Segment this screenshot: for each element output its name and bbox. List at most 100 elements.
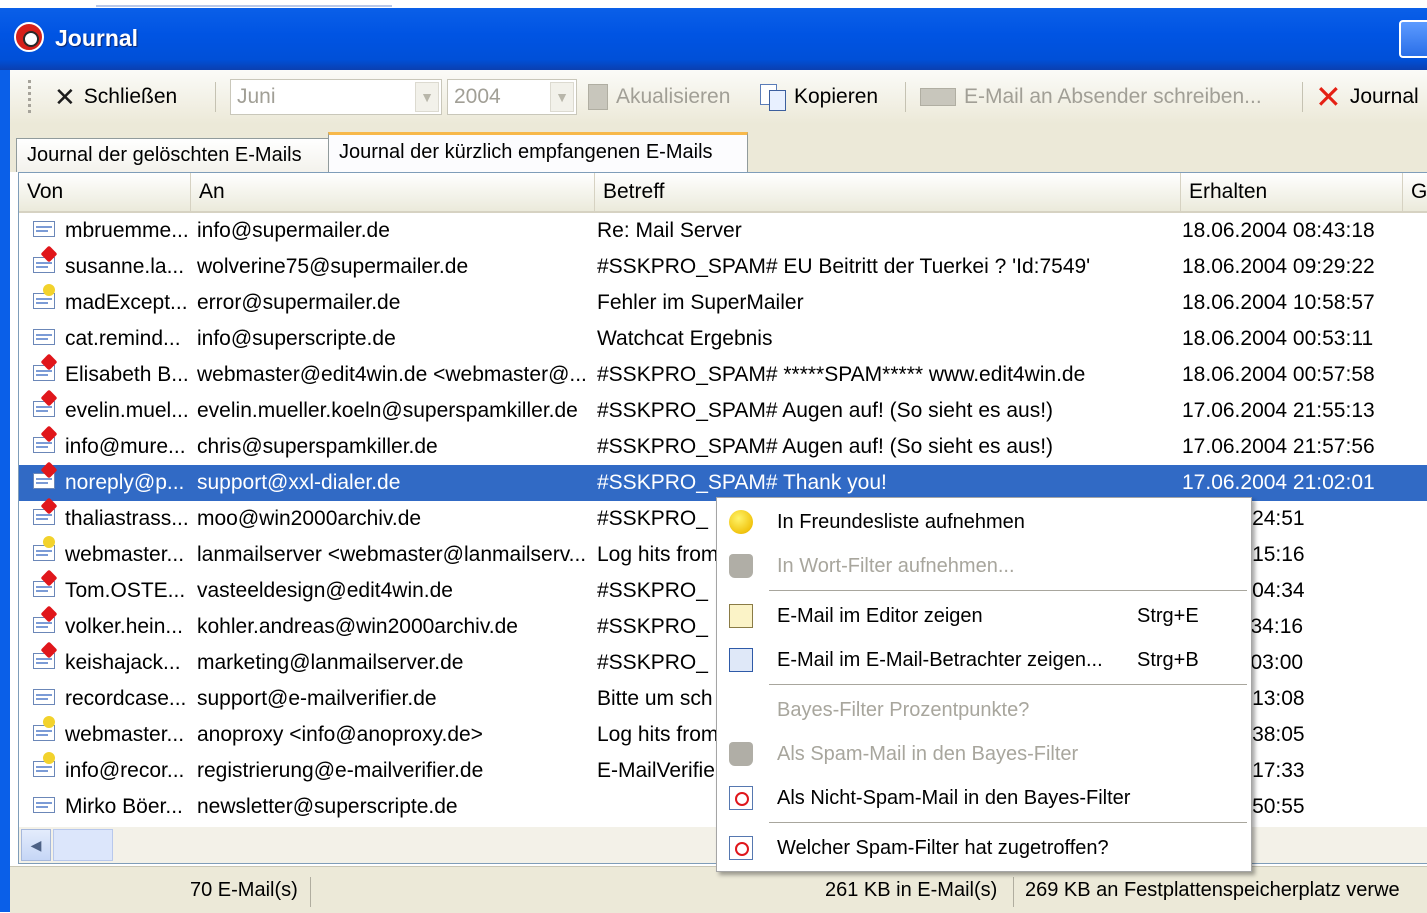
smiley-icon	[729, 510, 753, 534]
table-row[interactable]: mbruemme... info@supermailer.de Re: Mail S…	[19, 213, 1427, 249]
cell-to: newsletter@superscripte.de	[197, 795, 458, 818]
write-to-sender-button[interactable]: E-Mail an Absender schreiben...	[920, 80, 1262, 114]
toolbar-separator	[905, 82, 906, 112]
spam-flag-icon	[40, 425, 58, 443]
maximize-button[interactable]	[1399, 20, 1427, 58]
cell-received: 17.06.2004 21:02:01	[1182, 471, 1375, 494]
close-button[interactable]: ✕ Schließen	[54, 80, 177, 114]
cell-subject: #SSKPRO_SPAM# Augen auf! (So sieht es au…	[597, 399, 1054, 422]
friend-flag-icon	[40, 533, 58, 551]
menu-item[interactable]: Als Nicht-Spam-Mail in den Bayes-Filter	[719, 778, 1249, 818]
table-row[interactable]: Elisabeth B... webmaster@edit4win.de <web…	[19, 353, 1427, 393]
scrollbar-thumb[interactable]	[53, 829, 113, 861]
spam-flag-icon	[40, 461, 58, 479]
copy-button[interactable]: Kopieren	[760, 80, 878, 114]
cell-subject: #SSKPRO_SPAM# Thank you!	[597, 471, 887, 494]
cell-from: Mirko Böer...	[65, 795, 183, 818]
column-header-size[interactable]: Gr	[1403, 173, 1427, 211]
menu-item-label: Welcher Spam-Filter hat zugetroffen?	[777, 837, 1109, 859]
cell-from: Elisabeth B...	[65, 363, 189, 386]
cell-subject: Re: Mail Server	[597, 219, 742, 242]
desktop-taskbar-fragment	[96, 5, 392, 7]
spam-flag-icon	[40, 353, 58, 371]
spam-flag-icon	[40, 389, 58, 407]
close-x-icon: ✕	[54, 81, 76, 112]
spam-flag-icon	[40, 569, 58, 587]
cell-subject: #SSKPRO_SPAM# Augen auf! (So sieht es au…	[597, 435, 1054, 458]
cell-from: recordcase...	[65, 687, 187, 710]
menu-item[interactable]: E-Mail im E-Mail-Betrachter zeigen... Str…	[719, 640, 1249, 680]
cell-from: webmaster...	[65, 723, 185, 746]
spam-flag-icon	[40, 605, 58, 623]
cell-received: 18.06.2004 00:57:58	[1182, 363, 1375, 386]
toolbar-separator	[1302, 82, 1303, 112]
table-row[interactable]: evelin.muel... evelin.mueller.koeln@super…	[19, 389, 1427, 429]
friend-flag-icon	[40, 713, 58, 731]
status-disk-usage: 269 KB an Festplattenspeicherplatz verwe	[1025, 879, 1400, 901]
spam-mail-icon	[33, 353, 58, 381]
status-separator	[1013, 877, 1014, 907]
cell-to: error@supermailer.de	[197, 291, 401, 314]
spam-mail-icon	[33, 461, 58, 489]
status-separator	[310, 877, 311, 907]
status-bar: 70 E-Mail(s) 261 KB in E-Mail(s) 269 KB …	[10, 866, 1427, 913]
column-header-from[interactable]: Von	[19, 173, 191, 211]
mail-icon	[33, 797, 55, 813]
cell-subject: Watchcat Ergebnis	[597, 327, 773, 350]
menu-separator	[769, 684, 1247, 685]
spam-mail-icon	[33, 641, 58, 669]
cell-to: wolverine75@supermailer.de	[197, 255, 469, 278]
table-row[interactable]: info@mure... chris@superspamkiller.de #SSK…	[19, 425, 1427, 465]
friend-mail-icon	[33, 533, 58, 561]
table-row[interactable]: madExcept... error@supermailer.de Fehler i…	[19, 281, 1427, 321]
table-row[interactable]: noreply@p... support@xxl-dialer.de #SSKPRO…	[19, 461, 1427, 501]
year-select[interactable]: 2004 ▼	[447, 79, 577, 115]
scroll-left-icon[interactable]: ◀	[21, 829, 51, 861]
chevron-down-icon[interactable]: ▼	[550, 82, 574, 112]
cell-received: 17.06.2004 21:55:13	[1182, 399, 1375, 422]
menu-item-label: E-Mail im Editor zeigen	[777, 605, 983, 627]
cell-from: cat.remind...	[65, 327, 181, 350]
cell-received: 18.06.2004 10:58:57	[1182, 291, 1375, 314]
friend-mail-icon	[33, 281, 58, 309]
menu-item-label: Als Spam-Mail in den Bayes-Filter	[777, 743, 1079, 765]
journal-button-label: Journal	[1349, 85, 1419, 108]
column-header-received[interactable]: Erhalten	[1181, 173, 1403, 211]
journal-delete-button[interactable]: ✕ Journal	[1315, 80, 1419, 114]
cell-to: moo@win2000archiv.de	[197, 507, 422, 530]
friend-mail-icon	[33, 749, 58, 777]
menu-item[interactable]: Welcher Spam-Filter hat zugetroffen?	[719, 828, 1249, 868]
title-bar: Journal	[0, 0, 1427, 70]
cell-from: thaliastrass...	[65, 507, 189, 530]
column-header-to[interactable]: An	[191, 173, 595, 211]
month-select-value: Juni	[237, 85, 276, 108]
cell-subject: #SSKPRO_SPAM# *****SPAM***** www.edit4wi…	[597, 363, 1086, 386]
refresh-button[interactable]: Akualisieren	[588, 80, 730, 114]
app-icon[interactable]	[14, 22, 44, 52]
tab-deleted-mails[interactable]: Journal der gelöschten E-Mails	[16, 138, 330, 172]
cell-to: registrierung@e-mailverifier.de	[197, 759, 484, 782]
context-menu: In Freundesliste aufnehmen In Wort-Filter…	[716, 497, 1252, 872]
table-row[interactable]: susanne.la... wolverine75@supermailer.de #…	[19, 245, 1427, 285]
tab-received-mails[interactable]: Journal der kürzlich empfangenen E-Mails	[328, 132, 748, 172]
menu-item: Bayes-Filter Prozentpunkte?	[719, 690, 1249, 730]
menu-item-label: In Wort-Filter aufnehmen...	[777, 555, 1015, 577]
month-select[interactable]: Juni ▼	[230, 79, 442, 115]
cell-received: 17.06.2004 21:57:56	[1182, 435, 1375, 458]
toolbar-grip-icon[interactable]	[28, 80, 31, 114]
chevron-down-icon[interactable]: ▼	[415, 82, 439, 112]
cell-from: info@mure...	[65, 435, 186, 458]
cell-from: info@recor...	[65, 759, 185, 782]
column-header-subject[interactable]: Betreff	[595, 173, 1181, 211]
menu-item-label: E-Mail im E-Mail-Betrachter zeigen...	[777, 649, 1103, 671]
menu-item-shortcut: Strg+E	[1137, 605, 1199, 627]
refresh-button-label: Akualisieren	[616, 85, 731, 108]
menu-item[interactable]: In Freundesliste aufnehmen	[719, 502, 1249, 542]
cell-to: support@xxl-dialer.de	[197, 471, 401, 494]
cell-received: 18.06.2004 09:29:22	[1182, 255, 1375, 278]
spam-mail-icon	[33, 245, 58, 273]
menu-item-label: Bayes-Filter Prozentpunkte?	[777, 699, 1030, 721]
table-row[interactable]: cat.remind... info@superscripte.de Watchca…	[19, 321, 1427, 357]
menu-item[interactable]: E-Mail im Editor zeigen Strg+E	[719, 596, 1249, 636]
friend-flag-icon	[40, 281, 58, 299]
